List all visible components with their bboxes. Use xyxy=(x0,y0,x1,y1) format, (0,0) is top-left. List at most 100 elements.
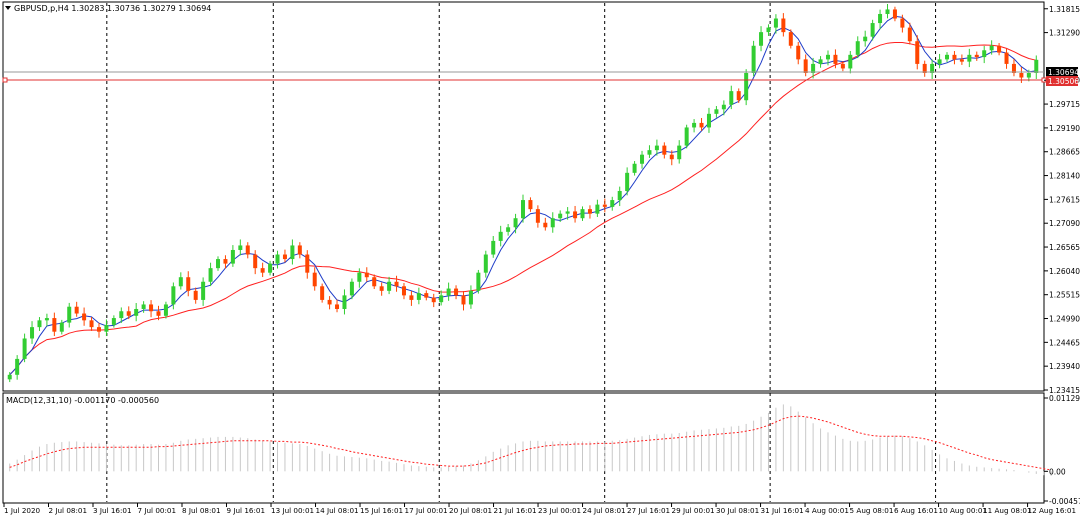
candle-body[interactable] xyxy=(721,104,726,110)
candle-body[interactable] xyxy=(52,318,57,332)
time-axis[interactable]: 1 Jul 2020 2 Jul 08:01 3 Jul 16:01 7 Jul 00… xyxy=(3,503,1076,515)
candle-body[interactable] xyxy=(848,54,853,69)
candle-body[interactable] xyxy=(736,91,741,101)
candle-body[interactable] xyxy=(342,295,347,309)
candle-body[interactable] xyxy=(714,109,719,114)
candle-body[interactable] xyxy=(30,327,35,339)
candle-body[interactable] xyxy=(654,145,659,151)
candle-body[interactable] xyxy=(543,222,548,228)
candle-body[interactable] xyxy=(729,91,734,105)
candle-body[interactable] xyxy=(602,204,607,207)
candle-body[interactable] xyxy=(208,268,213,282)
candle-body[interactable] xyxy=(699,122,704,128)
candle-body[interactable] xyxy=(744,72,749,101)
candle-body[interactable] xyxy=(253,254,258,269)
candle-body[interactable] xyxy=(788,32,793,46)
candle-body[interactable] xyxy=(1004,52,1009,64)
candle-body[interactable] xyxy=(818,59,823,64)
candle-body[interactable] xyxy=(89,320,94,328)
candle-body[interactable] xyxy=(312,272,317,287)
candle-body[interactable] xyxy=(565,211,570,214)
candle-body[interactable] xyxy=(498,231,503,241)
candle-body[interactable] xyxy=(7,374,12,380)
candle-body[interactable] xyxy=(416,293,421,300)
candle-body[interactable] xyxy=(275,254,280,264)
candle-body[interactable] xyxy=(759,32,764,46)
candle-body[interactable] xyxy=(201,281,206,300)
candle-body[interactable] xyxy=(483,254,488,273)
candle-body[interactable] xyxy=(863,36,868,42)
candle-body[interactable] xyxy=(773,18,778,28)
candle-body[interactable] xyxy=(915,41,920,64)
candle-body[interactable] xyxy=(491,240,496,255)
candle-body[interactable] xyxy=(513,218,518,228)
candle-body[interactable] xyxy=(550,218,555,228)
candle-body[interactable] xyxy=(870,23,875,37)
candle-body[interactable] xyxy=(163,304,168,316)
candle-body[interactable] xyxy=(945,54,950,60)
candle-body[interactable] xyxy=(595,204,600,214)
candle-body[interactable] xyxy=(558,213,563,219)
candle-body[interactable] xyxy=(476,272,481,291)
candle-body[interactable] xyxy=(335,304,340,309)
candle-body[interactable] xyxy=(178,277,183,287)
candle-body[interactable] xyxy=(610,200,615,207)
candle-body[interactable] xyxy=(446,288,451,296)
candle-body[interactable] xyxy=(282,254,287,260)
candle-body[interactable] xyxy=(409,295,414,300)
macd-axis[interactable]: 0.01129 0.00 -0.00457 xyxy=(1044,394,1080,506)
candle-body[interactable] xyxy=(394,281,399,287)
candle-body[interactable] xyxy=(803,59,808,73)
candle-body[interactable] xyxy=(104,324,109,332)
candle-body[interactable] xyxy=(424,293,429,298)
candle-body[interactable] xyxy=(454,288,459,296)
candle-body[interactable] xyxy=(37,320,42,328)
candle-body[interactable] xyxy=(357,272,362,282)
candle-body[interactable] xyxy=(186,277,191,291)
candle-body[interactable] xyxy=(193,290,198,300)
candle-body[interactable] xyxy=(521,200,525,219)
candle-body[interactable] xyxy=(230,249,235,264)
price-axis[interactable]: 1.318151.312901.302401.297151.291901.286… xyxy=(1044,5,1080,395)
candle-body[interactable] xyxy=(126,311,131,316)
candle-body[interactable] xyxy=(387,281,392,291)
candle-body[interactable] xyxy=(156,311,161,316)
candle-body[interactable] xyxy=(134,308,139,316)
candle-body[interactable] xyxy=(141,304,146,309)
candle-body[interactable] xyxy=(587,209,592,214)
candle-body[interactable] xyxy=(647,150,652,155)
candle-body[interactable] xyxy=(766,27,771,33)
candle-body[interactable] xyxy=(327,299,332,305)
candle-body[interactable] xyxy=(997,45,1002,53)
candle-body[interactable] xyxy=(320,286,325,300)
candle-body[interactable] xyxy=(751,45,756,73)
candle-body[interactable] xyxy=(22,338,27,359)
candle-body[interactable] xyxy=(706,113,711,128)
candle-body[interactable] xyxy=(967,54,972,62)
candle-body[interactable] xyxy=(290,245,295,260)
candle-body[interactable] xyxy=(640,154,645,164)
candle-body[interactable] xyxy=(692,122,697,128)
candle-body[interactable] xyxy=(900,18,905,28)
candle-body[interactable] xyxy=(662,145,667,155)
candle-body[interactable] xyxy=(684,127,689,146)
candle-body[interactable] xyxy=(677,145,682,160)
price-line-left-handle[interactable] xyxy=(2,77,8,83)
candle-body[interactable] xyxy=(67,306,72,323)
candle-body[interactable] xyxy=(781,18,786,33)
candle-body[interactable] xyxy=(573,211,578,219)
candle-body[interactable] xyxy=(855,41,860,55)
candle-body[interactable] xyxy=(379,286,384,291)
candle-body[interactable] xyxy=(59,322,64,332)
candle-body[interactable] xyxy=(260,268,265,273)
candle-body[interactable] xyxy=(297,245,302,255)
candle-body[interactable] xyxy=(44,318,49,321)
candle-body[interactable] xyxy=(892,9,897,19)
candle-body[interactable] xyxy=(580,209,585,219)
candle-body[interactable] xyxy=(840,63,845,69)
candle-body[interactable] xyxy=(982,50,987,58)
candle-body[interactable] xyxy=(989,45,994,51)
candle-body[interactable] xyxy=(952,54,957,60)
candle-body[interactable] xyxy=(305,254,310,273)
candle-body[interactable] xyxy=(907,27,912,42)
